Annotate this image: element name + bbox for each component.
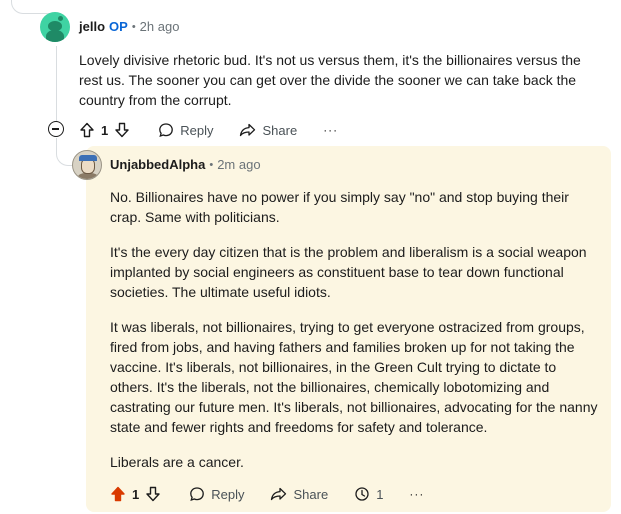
reply-button[interactable]: Reply (189, 486, 244, 502)
collapse-minus-icon[interactable] (48, 121, 64, 137)
more-options-icon: ··· (323, 123, 339, 137)
comment-paragraph: Liberals are a cancer. (110, 454, 244, 470)
award-icon (354, 486, 370, 502)
op-badge: OP (109, 19, 128, 34)
more-options-button[interactable]: ··· (409, 487, 424, 501)
share-arrow-icon (270, 486, 287, 502)
downvote-icon[interactable] (114, 122, 130, 138)
comment-text: Lovely divisive rhetoric bud. It's not u… (79, 52, 581, 108)
comment-body: Lovely divisive rhetoric bud. It's not u… (79, 50, 599, 125)
avatar[interactable] (72, 150, 102, 180)
comment-body: No. Billionaires have no power if you si… (110, 187, 602, 487)
share-button[interactable]: Share (270, 486, 328, 502)
timestamp[interactable]: 2m ago (217, 157, 260, 172)
share-label: Share (293, 486, 329, 502)
upvote-icon[interactable] (79, 122, 95, 138)
share-button[interactable]: Share (239, 122, 297, 138)
comment-bubble-icon (189, 486, 205, 502)
downvote-icon[interactable] (145, 486, 161, 502)
more-options-icon: ··· (409, 487, 425, 501)
comment-meta: jello OP • 2h ago (79, 19, 179, 34)
more-options-button[interactable]: ··· (323, 123, 338, 137)
author-name[interactable]: UnjabbedAlpha (110, 157, 205, 172)
vote-count: 1 (132, 486, 140, 502)
comment-meta: UnjabbedAlpha • 2m ago (110, 157, 261, 172)
thread-line (56, 46, 57, 122)
thread-connector (56, 146, 72, 166)
upvote-icon[interactable] (110, 486, 126, 502)
vote-group: 1 (79, 122, 130, 138)
comment-paragraph: No. Billionaires have no power if you si… (110, 189, 569, 225)
avatar[interactable] (40, 12, 70, 42)
separator: • (131, 20, 136, 33)
author-name[interactable]: jello (79, 19, 105, 34)
share-arrow-icon (239, 122, 256, 138)
reply-button[interactable]: Reply (158, 122, 213, 138)
comment-paragraph: It was liberals, not billionaires, tryin… (110, 319, 598, 435)
share-label: Share (262, 122, 298, 138)
separator: • (209, 158, 214, 171)
vote-group: 1 (110, 486, 161, 502)
action-bar: 1 Reply Share ··· (79, 119, 364, 141)
action-bar: 1 Reply Share 1 ··· (110, 483, 450, 505)
reply-label: Reply (180, 122, 214, 138)
award-button[interactable]: 1 (354, 486, 383, 502)
comment-paragraph: It's the every day citizen that is the p… (110, 244, 587, 300)
vote-count: 1 (101, 122, 109, 138)
comment-bubble-icon (158, 122, 174, 138)
thread-line (11, 0, 51, 14)
timestamp[interactable]: 2h ago (140, 19, 180, 34)
reply-label: Reply (211, 486, 245, 502)
award-count: 1 (376, 486, 384, 502)
